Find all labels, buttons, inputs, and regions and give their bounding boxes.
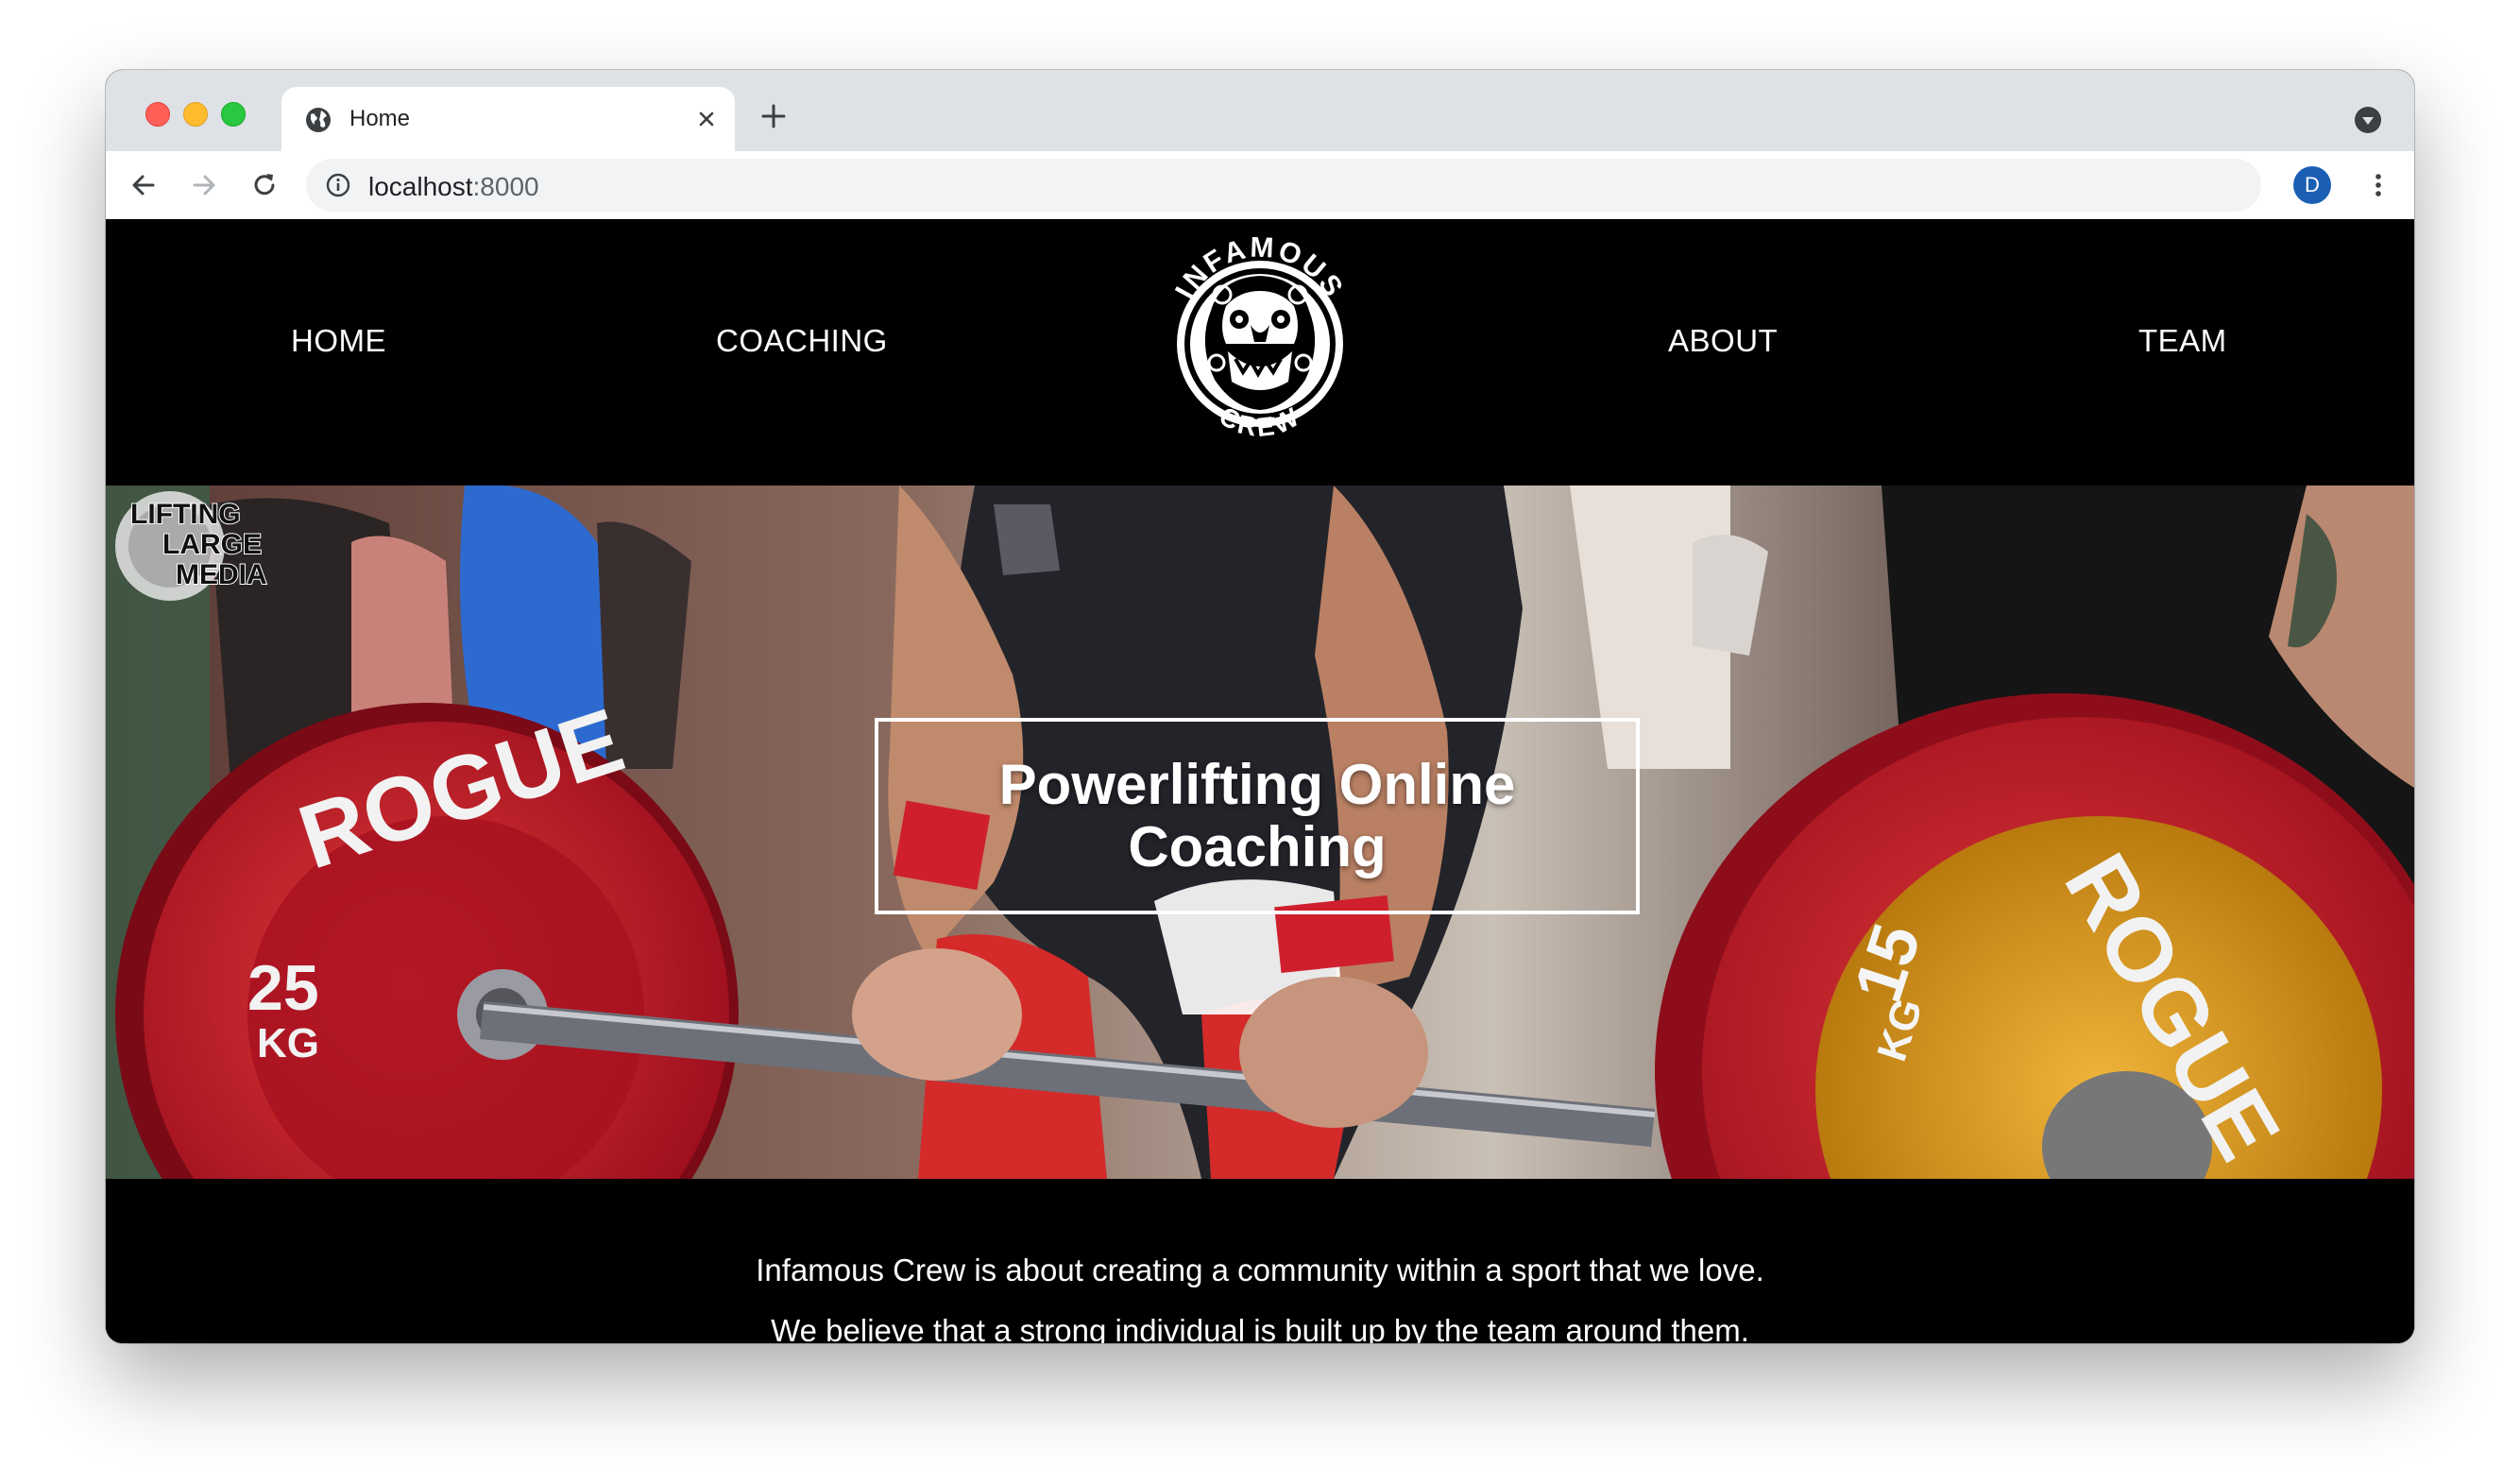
profile-dropdown-icon[interactable] [2354, 106, 2382, 134]
watermark-line-1: LIFTING [130, 499, 241, 530]
url-port: :8000 [472, 172, 539, 201]
browser-toolbar: localhost:8000 D [106, 151, 2414, 220]
browser-window: Home localhost:8000 D HOME COACHING INFA… [106, 70, 2414, 1343]
left-plate-weight: 25 [247, 952, 319, 1024]
reload-icon[interactable] [247, 168, 281, 202]
hero-title-frame: Powerlifting Online Coaching [875, 718, 1640, 914]
left-plate-unit: KG [257, 1020, 319, 1066]
close-icon[interactable] [693, 106, 720, 132]
kebab-menu-icon[interactable] [2361, 168, 2395, 202]
back-arrow-icon[interactable] [127, 168, 161, 202]
nav-link-team[interactable]: TEAM [2138, 323, 2227, 359]
tab-strip: Home [106, 70, 2414, 151]
close-window-button[interactable] [145, 102, 170, 127]
url-text: localhost:8000 [368, 172, 539, 202]
hero-title: Powerlifting Online Coaching [998, 753, 1516, 878]
nav-link-home[interactable]: HOME [291, 323, 386, 359]
minimize-window-button[interactable] [183, 102, 208, 127]
nav-link-coaching[interactable]: COACHING [716, 323, 888, 359]
infamous-crew-logo[interactable]: INFAMOUS CREW [1164, 221, 1356, 457]
forward-arrow-icon[interactable] [187, 168, 221, 202]
plus-icon[interactable] [759, 102, 788, 130]
site-navigation: HOME COACHING INFAMOUS CREW ABOUT TEAM [106, 219, 2414, 486]
tab-title: Home [349, 106, 411, 131]
tab-home[interactable]: Home [281, 87, 735, 151]
watermark-line-3: MEDIA [176, 559, 267, 590]
zoom-window-button[interactable] [221, 102, 246, 127]
lifting-large-media-watermark: LIFTING LARGE MEDIA [115, 491, 268, 601]
info-icon[interactable] [325, 172, 351, 198]
watermark-line-2: LARGE [162, 529, 262, 560]
intro-text-line-1: Infamous Crew is about creating a commun… [756, 1253, 1764, 1287]
intro-text-line-2: We believe that a strong individual is b… [771, 1313, 1749, 1343]
avatar[interactable]: D [2293, 166, 2331, 204]
hero-banner: ROGUE 25 KG ROGUE 15 KG Powerlifting Onl… [106, 486, 2414, 1179]
web-page: HOME COACHING INFAMOUS CREW ABOUT TEAM R… [106, 219, 2414, 1343]
nav-link-about[interactable]: ABOUT [1668, 323, 1778, 359]
url-host: localhost [368, 172, 473, 201]
intro-section: Infamous Crew is about creating a commun… [106, 1179, 2414, 1343]
globe-icon [306, 108, 331, 132]
address-bar[interactable]: localhost:8000 [306, 159, 2261, 212]
